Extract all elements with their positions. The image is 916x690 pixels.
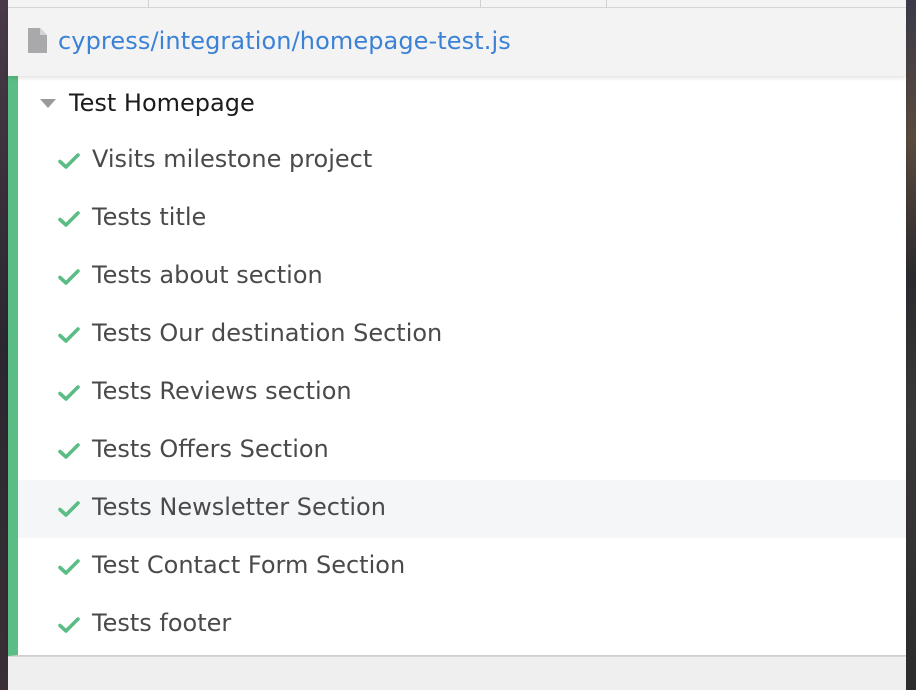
check-icon <box>58 326 80 344</box>
toolbar-divider <box>606 0 607 7</box>
check-icon <box>58 384 80 402</box>
check-icon <box>58 210 80 228</box>
test-row[interactable]: Tests Reviews section <box>18 364 906 422</box>
caret-down-icon[interactable] <box>40 99 56 108</box>
test-row[interactable]: Tests title <box>18 190 906 248</box>
test-label: Tests title <box>92 203 207 231</box>
test-label: Tests Newsletter Section <box>92 493 386 521</box>
test-label: Test Contact Form Section <box>92 551 406 579</box>
desktop-background-left <box>0 0 8 690</box>
check-icon <box>58 558 80 576</box>
file-icon <box>28 28 47 53</box>
test-row[interactable]: Tests footer <box>18 596 906 654</box>
check-icon <box>58 442 80 460</box>
test-label: Visits milestone project <box>92 145 373 173</box>
test-row[interactable]: Tests Offers Section <box>18 422 906 480</box>
suite-header[interactable]: Test Homepage <box>18 84 906 124</box>
test-label: Tests Offers Section <box>92 435 329 463</box>
test-row[interactable]: Tests about section <box>18 248 906 306</box>
test-row[interactable]: Tests Our destination Section <box>18 306 906 364</box>
top-toolbar <box>8 0 906 8</box>
panel-footer-area <box>8 657 906 690</box>
test-label: Tests Reviews section <box>92 377 352 405</box>
test-row[interactable]: Test Contact Form Section <box>18 538 906 596</box>
check-icon <box>58 500 80 518</box>
test-row[interactable]: Visits milestone project <box>18 132 906 190</box>
test-row[interactable]: Tests Newsletter Section <box>18 480 906 538</box>
spec-file-link[interactable]: cypress/integration/homepage-test.js <box>58 27 511 55</box>
check-icon <box>58 152 80 170</box>
check-icon <box>58 616 80 634</box>
test-suite-panel: Test Homepage Visits milestone project Te… <box>8 76 906 656</box>
test-label: Tests Our destination Section <box>92 319 443 347</box>
desktop-background-right <box>906 0 916 690</box>
test-label: Tests footer <box>92 609 232 637</box>
toolbar-divider <box>148 0 149 7</box>
check-icon <box>58 268 80 286</box>
test-label: Tests about section <box>92 261 323 289</box>
spec-file-header: cypress/integration/homepage-test.js <box>8 8 906 76</box>
toolbar-divider <box>480 0 481 7</box>
suite-title: Test Homepage <box>69 89 255 117</box>
